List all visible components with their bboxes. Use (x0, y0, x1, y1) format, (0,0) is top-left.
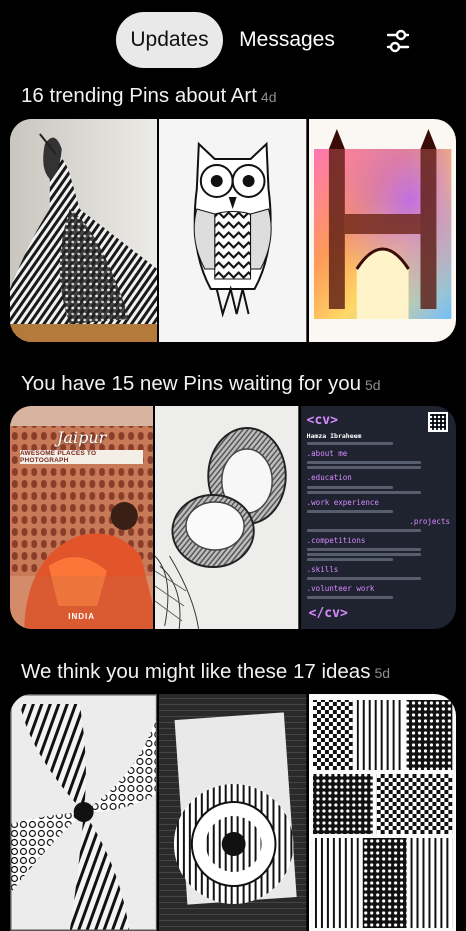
tab-messages[interactable]: Messages (232, 12, 342, 68)
pin-overlay-footer: INDIA (68, 612, 96, 621)
cv-close-tag: </cv> (308, 606, 348, 622)
section-title: 16 trending Pins about Art 4d (21, 84, 277, 107)
sliders-icon (386, 29, 410, 53)
top-bar: Updates Messages (0, 0, 466, 78)
updates-screen: Updates Messages 16 trending Pins about … (0, 0, 466, 931)
tab-updates[interactable]: Updates (116, 12, 223, 68)
cv-heading: .about me (306, 449, 348, 459)
zentangle-owl-drawing[interactable] (159, 119, 307, 342)
zentangle-pattern-grid[interactable] (308, 694, 456, 931)
cv-heading: .volunteer work (306, 584, 375, 594)
filter-button[interactable] (380, 24, 416, 58)
pin-preview-grid (10, 119, 456, 342)
zentangle-dancer-drawing[interactable] (10, 119, 158, 342)
update-card-ideas[interactable]: We think you might like these 17 ideas 5d (0, 656, 466, 931)
pin-overlay-banner: AWESOME PLACES TO PHOTOGRAPH (20, 450, 144, 464)
mandala-notebook-art[interactable] (159, 694, 307, 931)
coconut-pencil-sketch[interactable] (155, 406, 299, 629)
cv-heading: .work experience (306, 497, 379, 507)
zentangle-spiral-art[interactable] (10, 694, 158, 931)
watercolor-charminar-painting[interactable] (308, 119, 456, 342)
update-card-new-pins[interactable]: You have 15 new Pins waiting for you5d (0, 368, 466, 630)
section-title: We think you might like these 17 ideas 5d (21, 660, 391, 683)
update-card-trending-art[interactable]: 16 trending Pins about Art 4d (0, 80, 466, 342)
time-ago: 5d (374, 665, 391, 681)
cv-resume-pin[interactable]: <cv> Hamza Ibraheem .about me .education… (300, 406, 456, 629)
cv-heading: .education (306, 473, 352, 483)
pin-preview-grid (10, 694, 456, 931)
time-ago: 5d (365, 377, 381, 393)
pin-preview-grid: Jaipur AWESOME PLACES TO PHOTOGRAPH INDI… (10, 406, 456, 629)
time-ago: 4d (260, 89, 277, 105)
qr-code-icon (427, 412, 448, 432)
pin-overlay-title: Jaipur (57, 428, 107, 447)
cv-name: Hamza Ibraheem (306, 431, 362, 440)
cv-heading: .competitions (306, 535, 366, 545)
jaipur-travel-pin[interactable]: Jaipur AWESOME PLACES TO PHOTOGRAPH INDI… (10, 406, 154, 629)
cv-heading: .projects (409, 516, 450, 526)
section-title: You have 15 new Pins waiting for you 5d (21, 372, 381, 395)
cv-heading: .skills (306, 564, 339, 574)
